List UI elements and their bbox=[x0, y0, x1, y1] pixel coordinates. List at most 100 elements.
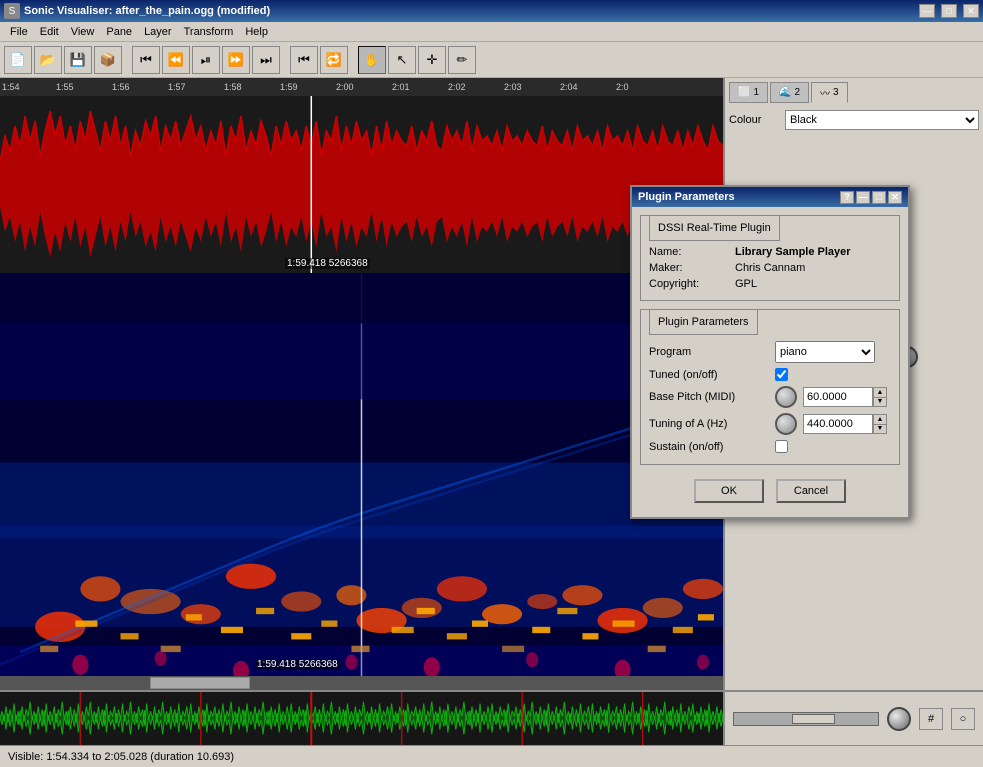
save-button[interactable]: 💾 bbox=[64, 46, 92, 74]
export-button[interactable]: 📦 bbox=[94, 46, 122, 74]
base-pitch-knob[interactable] bbox=[775, 386, 797, 408]
new-button[interactable]: 📄 bbox=[4, 46, 32, 74]
tuning-a-input[interactable] bbox=[803, 414, 873, 434]
sustain-checkbox[interactable] bbox=[775, 440, 788, 453]
time-tick-4: 1:58 bbox=[224, 82, 242, 92]
tuning-a-row: Tuning of A (Hz) ▲ ▼ bbox=[649, 413, 891, 435]
layer-tab-2[interactable]: 🌊 2 bbox=[770, 82, 809, 103]
name-label: Name: bbox=[649, 246, 729, 258]
time-tick-3: 1:57 bbox=[168, 82, 186, 92]
overview-controls: # ○ bbox=[723, 692, 983, 745]
navigate-tool-button[interactable]: ✋ bbox=[358, 46, 386, 74]
program-select[interactable]: piano organ strings brass bbox=[775, 341, 875, 363]
layer-1-label: 1 bbox=[753, 87, 759, 98]
waveform-canvas[interactable]: 1:54 1:55 1:56 1:57 1:58 1:59 2:00 2:01 … bbox=[0, 78, 723, 273]
time-tick-10: 2:04 bbox=[560, 82, 578, 92]
menu-file[interactable]: File bbox=[4, 24, 34, 40]
close-button[interactable]: ✕ bbox=[963, 4, 979, 18]
time-tick-9: 2:03 bbox=[504, 82, 522, 92]
overview-circle-btn[interactable]: ○ bbox=[951, 708, 975, 730]
colour-row: Colour Black White Red Blue Green bbox=[729, 110, 979, 130]
overview-bar: # ○ bbox=[0, 690, 983, 745]
time-ruler: 1:54 1:55 1:56 1:57 1:58 1:59 2:00 2:01 … bbox=[0, 78, 723, 96]
dialog-help-button[interactable]: ? bbox=[840, 191, 854, 204]
tuning-a-spin-btn[interactable]: ▲ ▼ bbox=[873, 414, 887, 434]
layer-3-label: 3 bbox=[833, 87, 839, 98]
spectrogram-position-label: 1:59.418 5266368 bbox=[255, 659, 340, 670]
toolbar: 📄 📂 💾 📦 ⏮ ⏪ ⏯ ⏩ ⏭ ⏮ 🔁 ✋ ↖ ✛ ✏ bbox=[0, 42, 983, 78]
waveform-display[interactable]: // Generate waveform path - we'll do thi… bbox=[0, 96, 723, 273]
dssi-group-label: DSSI Real-Time Plugin bbox=[649, 215, 780, 241]
loop-button[interactable]: 🔁 bbox=[320, 46, 348, 74]
tuned-checkbox[interactable] bbox=[775, 368, 788, 381]
window-title: Sonic Visualiser: after_the_pain.ogg (mo… bbox=[24, 5, 913, 17]
dialog-body: DSSI Real-Time Plugin Name: Library Samp… bbox=[632, 207, 908, 517]
name-value: Library Sample Player bbox=[735, 246, 851, 258]
plugin-name-row: Name: Library Sample Player bbox=[649, 246, 891, 258]
params-group-label: Plugin Parameters bbox=[649, 309, 758, 335]
menu-view[interactable]: View bbox=[65, 24, 101, 40]
tuning-a-spin: ▲ ▼ bbox=[803, 414, 887, 434]
layer-tab-1[interactable]: ⬜ 1 bbox=[729, 82, 768, 103]
menu-edit[interactable]: Edit bbox=[34, 24, 65, 40]
dialog-buttons: ? — □ ✕ bbox=[840, 191, 902, 204]
tuned-label: Tuned (on/off) bbox=[649, 369, 769, 381]
spin-down-icon[interactable]: ▼ bbox=[874, 398, 886, 407]
open-button[interactable]: 📂 bbox=[34, 46, 62, 74]
colour-select[interactable]: Black White Red Blue Green bbox=[785, 110, 979, 130]
app-icon: S bbox=[4, 3, 20, 19]
spectrogram-scrollbar[interactable] bbox=[0, 676, 723, 690]
dssi-group: DSSI Real-Time Plugin Name: Library Samp… bbox=[640, 215, 900, 301]
menu-help[interactable]: Help bbox=[239, 24, 274, 40]
rewind-button[interactable]: ⏪ bbox=[162, 46, 190, 74]
menu-layer[interactable]: Layer bbox=[138, 24, 178, 40]
time-tick-6: 2:00 bbox=[336, 82, 354, 92]
base-pitch-input[interactable] bbox=[803, 387, 873, 407]
overview-volume-knob[interactable] bbox=[887, 707, 911, 731]
spin-up-icon[interactable]: ▲ bbox=[874, 388, 886, 398]
draw-tool-button[interactable]: ✏ bbox=[448, 46, 476, 74]
program-row: Program piano organ strings brass bbox=[649, 341, 891, 363]
play-pause-button[interactable]: ⏯ bbox=[192, 46, 220, 74]
fast-forward-button[interactable]: ⏩ bbox=[222, 46, 250, 74]
base-pitch-spin-btn[interactable]: ▲ ▼ bbox=[873, 387, 887, 407]
minimize-button[interactable]: — bbox=[919, 4, 935, 18]
tuning-spin-up-icon[interactable]: ▲ bbox=[874, 415, 886, 425]
maximize-button[interactable]: □ bbox=[941, 4, 957, 18]
dialog-maximize-button[interactable]: □ bbox=[872, 191, 886, 204]
plugin-copyright-row: Copyright: GPL bbox=[649, 278, 891, 290]
ok-button[interactable]: OK bbox=[694, 479, 764, 503]
overview-scrollbar[interactable] bbox=[733, 712, 879, 726]
rewind-start-button[interactable]: ⏮ bbox=[132, 46, 160, 74]
cancel-button[interactable]: Cancel bbox=[776, 479, 846, 503]
tuning-spin-down-icon[interactable]: ▼ bbox=[874, 425, 886, 434]
layer-tabs: ⬜ 1 🌊 2 〰 3 bbox=[729, 82, 979, 103]
time-tick-7: 2:01 bbox=[392, 82, 410, 92]
colour-label: Colour bbox=[729, 114, 779, 126]
base-pitch-row: Base Pitch (MIDI) ▲ ▼ bbox=[649, 386, 891, 408]
select-tool-button[interactable]: ↖ bbox=[388, 46, 416, 74]
dialog-title-bar: Plugin Parameters ? — □ ✕ bbox=[632, 187, 908, 207]
plugin-maker-row: Maker: Chris Cannam bbox=[649, 262, 891, 274]
time-tick-11: 2:0 bbox=[616, 82, 629, 92]
params-group: Plugin Parameters Program piano organ st… bbox=[640, 309, 900, 465]
dialog-close-button[interactable]: ✕ bbox=[888, 191, 902, 204]
layer-tab-3[interactable]: 〰 3 bbox=[811, 82, 848, 103]
status-text: Visible: 1:54.334 to 2:05.028 (duration … bbox=[8, 751, 234, 763]
menu-pane[interactable]: Pane bbox=[100, 24, 138, 40]
menu-transform[interactable]: Transform bbox=[178, 24, 240, 40]
fast-forward-end-button[interactable]: ⏭ bbox=[252, 46, 280, 74]
overview-hash-btn[interactable]: # bbox=[919, 708, 943, 730]
tuning-a-knob[interactable] bbox=[775, 413, 797, 435]
plugin-dialog: Plugin Parameters ? — □ ✕ DSSI Real-Time… bbox=[630, 185, 910, 519]
time-tick-0: 1:54 bbox=[2, 82, 20, 92]
menu-bar: File Edit View Pane Layer Transform Help bbox=[0, 22, 983, 42]
spectrogram-canvas[interactable]: 1:59.418 5266368 bbox=[0, 273, 723, 690]
dialog-minimize-button[interactable]: — bbox=[856, 191, 870, 204]
record-start-button[interactable]: ⏮ bbox=[290, 46, 318, 74]
overview-wave[interactable] bbox=[0, 692, 723, 745]
crosshair-tool-button[interactable]: ✛ bbox=[418, 46, 446, 74]
time-tick-2: 1:56 bbox=[112, 82, 130, 92]
base-pitch-spin: ▲ ▼ bbox=[803, 387, 887, 407]
time-tick-1: 1:55 bbox=[56, 82, 74, 92]
